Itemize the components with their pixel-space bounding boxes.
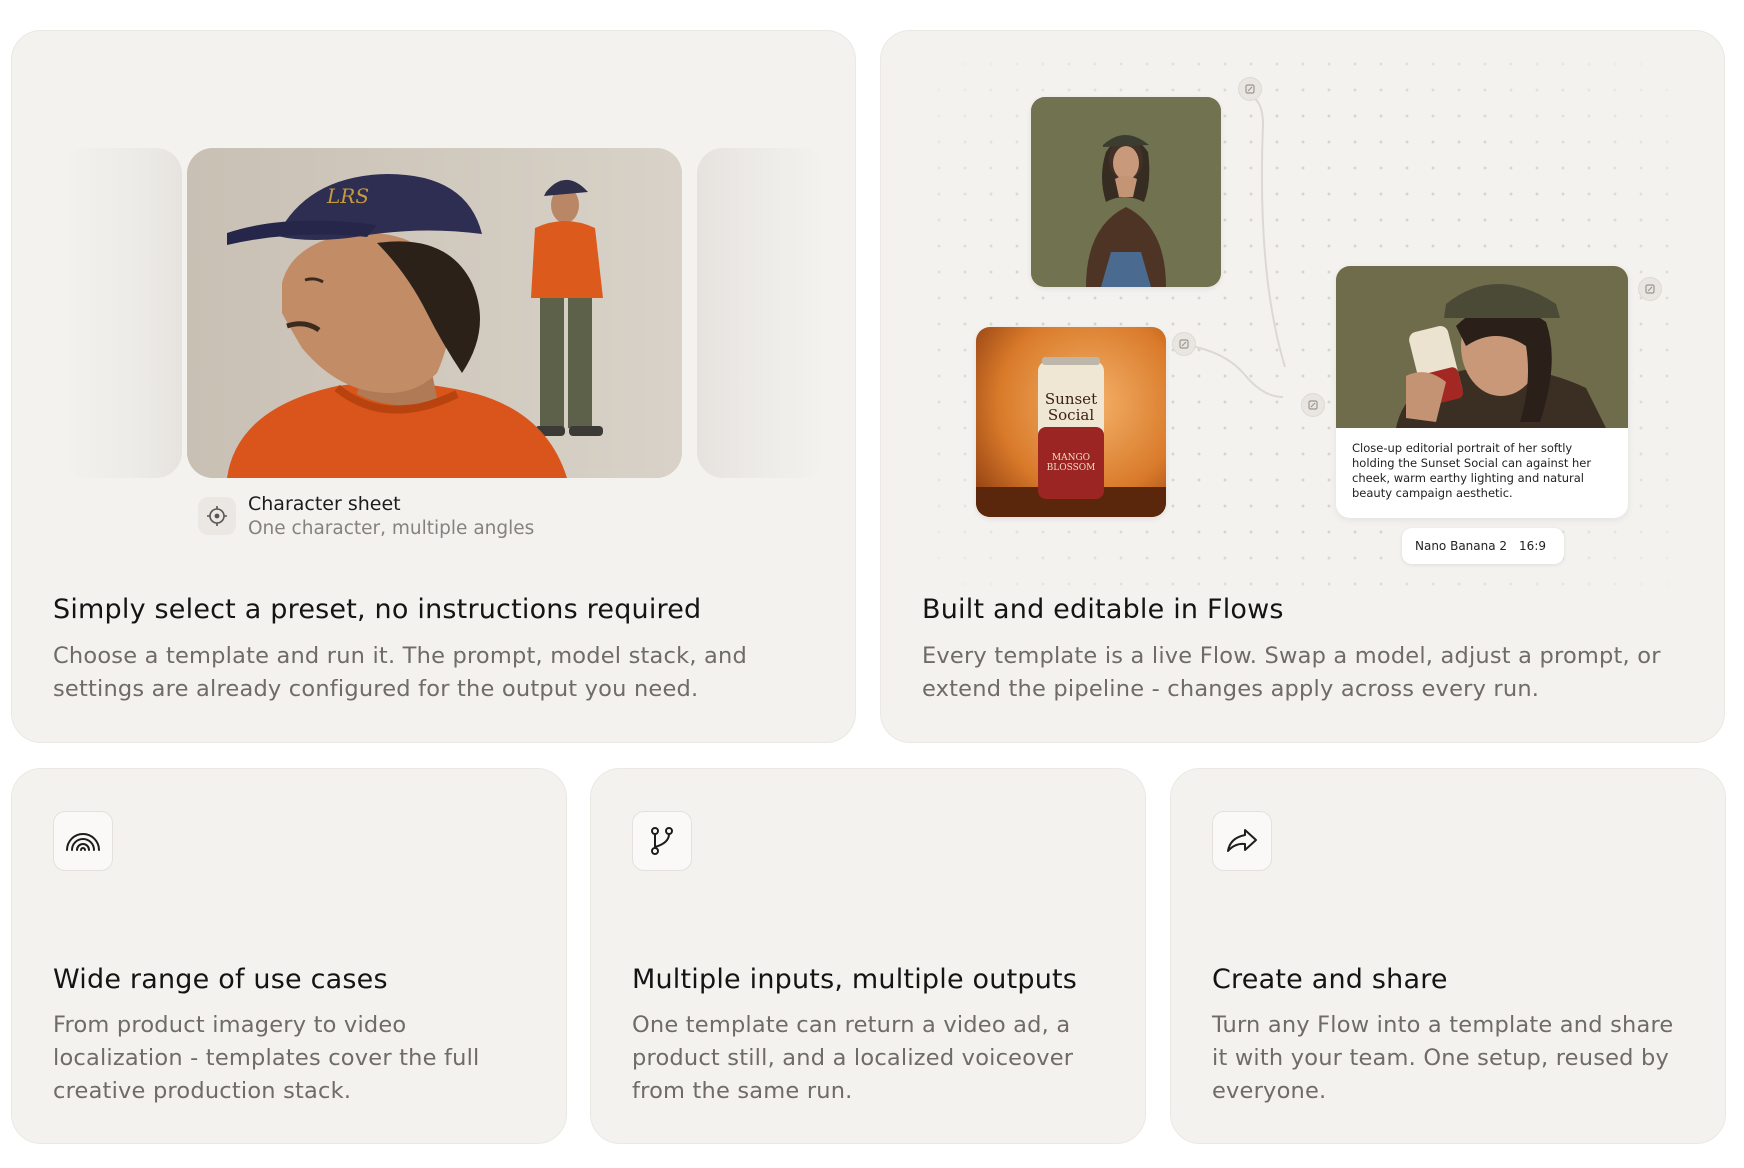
model-name: Nano Banana 2	[1415, 539, 1508, 553]
output-node[interactable]: Close-up editorial portrait of her softl…	[1336, 266, 1628, 518]
card-title: Simply select a preset, no instructions …	[53, 594, 702, 625]
svg-text:BLOSSOM: BLOSSOM	[1047, 463, 1096, 473]
card-description: One template can return a video ad, a pr…	[632, 1012, 1074, 1104]
use-cases-card: Wide range of use cases From product ima…	[11, 768, 567, 1144]
card-description: From product imagery to video localizati…	[53, 1012, 480, 1104]
carousel-next-preview[interactable]	[697, 148, 827, 478]
svg-text:LRS: LRS	[326, 184, 369, 208]
node-port-icon[interactable]	[1172, 332, 1196, 356]
inputs-outputs-card: Multiple inputs, multiple outputs One te…	[590, 768, 1146, 1144]
share-arrow-icon	[1212, 811, 1272, 871]
node-port-icon[interactable]	[1238, 77, 1262, 101]
preset-subtitle: One character, multiple angles	[248, 518, 535, 539]
character-sheet-preview-image[interactable]: LRS	[187, 148, 682, 478]
svg-text:Social: Social	[1048, 406, 1094, 424]
node-port-icon[interactable]	[1301, 393, 1325, 417]
input-node-portrait[interactable]	[1031, 97, 1221, 287]
model-selector[interactable]: Nano Banana 2 16:9	[1402, 528, 1564, 564]
svg-text:MANGO: MANGO	[1052, 453, 1090, 463]
share-card: Create and share Turn any Flow into a te…	[1170, 768, 1726, 1144]
output-prompt-text: Close-up editorial portrait of her softl…	[1352, 441, 1592, 500]
node-port-icon[interactable]	[1638, 277, 1662, 301]
input-node-product-can[interactable]: Sunset Social MANGO BLOSSOM	[976, 327, 1166, 517]
rainbow-icon	[53, 811, 113, 871]
card-description: Every template is a live Flow. Swap a mo…	[922, 643, 1661, 702]
presets-card: LRS Character sheet One character, multi…	[11, 30, 856, 743]
flows-card: Sunset Social MANGO BLOSSOM Close-up edi…	[880, 30, 1725, 743]
card-description: Turn any Flow into a template and share …	[1212, 1012, 1674, 1104]
git-branch-icon	[632, 811, 692, 871]
character-sheet-icon	[198, 497, 236, 535]
preset-name: Character sheet	[248, 493, 401, 515]
carousel-previous-preview[interactable]	[62, 148, 182, 478]
card-title: Multiple inputs, multiple outputs	[632, 964, 1078, 995]
card-description: Choose a template and run it. The prompt…	[53, 643, 747, 702]
card-title: Built and editable in Flows	[922, 594, 1284, 625]
card-title: Create and share	[1212, 964, 1448, 995]
aspect-ratio: 16:9	[1519, 539, 1546, 553]
card-title: Wide range of use cases	[53, 964, 388, 995]
